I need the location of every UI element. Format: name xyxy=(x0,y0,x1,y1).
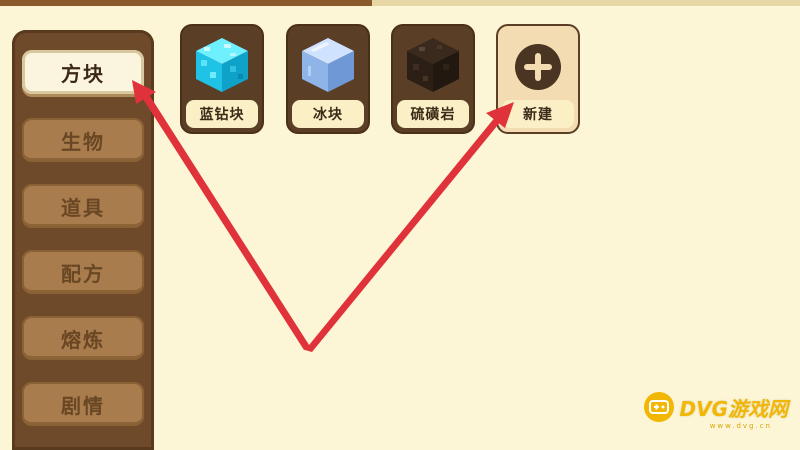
arrow-shaft-left xyxy=(143,96,311,350)
gamepad-logo-icon xyxy=(643,392,674,422)
arrow-shaft-right xyxy=(305,116,502,352)
watermark-text: DVG游戏网 xyxy=(679,396,789,421)
annotation-arrows xyxy=(132,80,514,352)
watermark-url: www.dvg.cn xyxy=(709,422,772,430)
watermark: DVG游戏网 xyxy=(643,390,789,424)
